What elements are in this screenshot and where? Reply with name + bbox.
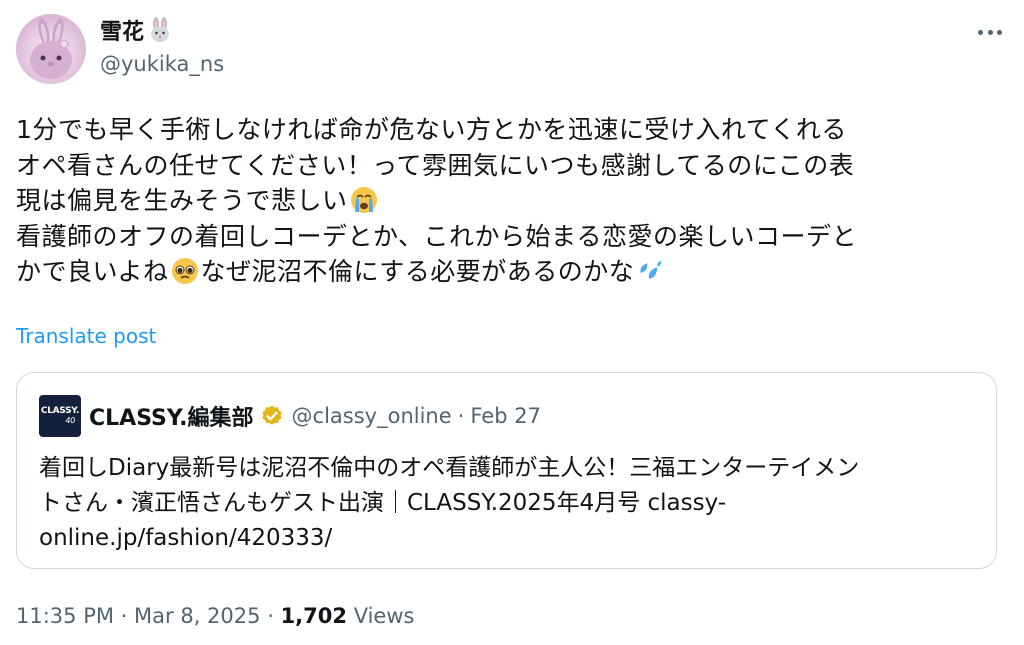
tweet-text: 1分でも早く手術しなければ命が危ない方とかを迅速に受け入れてくれる オペ看さんの… bbox=[16, 112, 1006, 290]
tweet-footer: 11:35 PM · Mar 8, 2025 · 1,702 Views bbox=[16, 604, 414, 628]
more-dot-icon bbox=[978, 29, 983, 35]
quoted-tweet-text: 着回しDiary最新号は泥沼不倫中のオペ看護師が主人公！三福エンターテイメン ト… bbox=[39, 451, 979, 556]
name-row: 雪花 bbox=[100, 14, 174, 46]
quoted-meta-separator: · bbox=[457, 404, 465, 428]
tweet-text-line: 1分でも早く手術しなければ命が危ない方とかを迅速に受け入れてくれる bbox=[16, 115, 847, 144]
pleading-face-icon bbox=[170, 256, 200, 286]
translate-post-link[interactable]: Translate post bbox=[16, 324, 156, 348]
quoted-text-line: 着回しDiary最新号は泥沼不倫中のオペ看護師が主人公！三福エンターテイメン bbox=[39, 455, 860, 481]
quoted-author-handle[interactable]: @classy_online bbox=[292, 404, 452, 428]
more-dot-icon bbox=[997, 29, 1002, 35]
views-count[interactable]: 1,702 bbox=[281, 604, 347, 628]
footer-separator: · bbox=[120, 604, 128, 628]
tweet-text-segment: なぜ泥沼不倫にする必要があるのかな bbox=[200, 257, 635, 286]
rabbit-face-icon bbox=[146, 16, 174, 44]
quoted-text-line: online.jp/fashion/420333/ bbox=[39, 525, 333, 551]
footer-separator: · bbox=[267, 604, 274, 628]
tweet: 雪花 @yukika_ns 1分でも早く手術しなければ命が危ない方とかを迅速に受… bbox=[0, 0, 1024, 645]
quoted-logo-text: CLASSY. bbox=[40, 406, 80, 416]
sweat-droplets-icon bbox=[635, 256, 665, 286]
gold-verified-badge-icon[interactable] bbox=[260, 404, 284, 428]
tweet-time[interactable]: 11:35 PM bbox=[16, 604, 114, 628]
tweet-text-line: オペ看さんの任せてください！って雰囲気にいつも感謝してるのにこの表 bbox=[16, 150, 855, 180]
tweet-text-line: 現は偏見を生みそうで悲しい bbox=[16, 183, 1006, 219]
quoted-author-name[interactable]: CLASSY.編集部 bbox=[89, 400, 254, 432]
author-display-name[interactable]: 雪花 bbox=[100, 14, 144, 46]
loudly-crying-face-icon bbox=[349, 185, 379, 215]
more-options-button[interactable] bbox=[974, 20, 1006, 44]
tweet-text-segment: かで良いよね bbox=[16, 257, 169, 286]
quoted-text-line: トさん・濱正悟さんもゲスト出演｜CLASSY.2025年4月号 classy- bbox=[39, 490, 727, 516]
rabbit-avatar-icon bbox=[30, 18, 72, 79]
author-avatar[interactable] bbox=[16, 14, 86, 84]
author-handle[interactable]: @yukika_ns bbox=[100, 52, 224, 76]
quoted-tweet-card[interactable]: CLASSY. 40 CLASSY.編集部 @classy_online · F… bbox=[16, 372, 997, 569]
quoted-author-avatar[interactable]: CLASSY. 40 bbox=[39, 395, 81, 437]
tweet-text-segment: 現は偏見を生みそうで悲しい bbox=[16, 186, 348, 215]
tweet-text-line: 看護師のオフの着回しコーデとか、これから始まる恋愛の楽しいコーデと bbox=[16, 221, 858, 251]
views-label: Views bbox=[353, 604, 415, 628]
more-dot-icon bbox=[987, 29, 993, 35]
quoted-logo-number: 40 bbox=[65, 416, 75, 425]
quoted-tweet-header: CLASSY. 40 CLASSY.編集部 @classy_online · F… bbox=[39, 395, 541, 437]
tweet-date[interactable]: Mar 8, 2025 bbox=[134, 604, 260, 628]
tweet-text-line: かで良いよね なぜ泥沼不倫にする必要があるのかな bbox=[16, 254, 1006, 290]
quoted-tweet-date[interactable]: Feb 27 bbox=[470, 404, 541, 428]
